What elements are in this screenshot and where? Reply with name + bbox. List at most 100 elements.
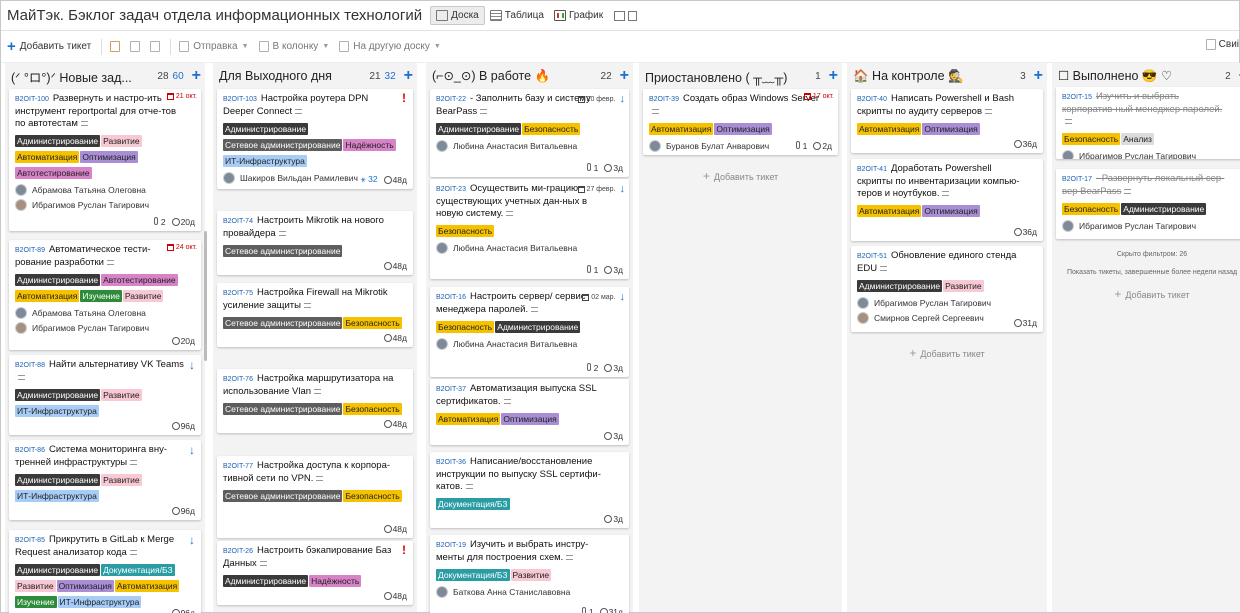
toolbar: + Добавить тикет Отправка ▼ В колонку ▼ На … bbox=[1, 31, 1239, 63]
ticket-age: 96д bbox=[171, 506, 195, 516]
ticket-card[interactable]: B2OIT-88 Найти альтернативу VK Teams ↓ Адми… bbox=[9, 355, 201, 435]
ticket-tags: Администрирование Сетевое администрирован… bbox=[223, 121, 407, 169]
tag-label: Документация/БЗ bbox=[436, 569, 510, 581]
view-chart-button[interactable]: График bbox=[549, 7, 608, 24]
add-ticket-plus-button[interactable]: + bbox=[192, 67, 201, 85]
ticket-card[interactable]: B2OIT-74 Настроить Mikrotik на нового про… bbox=[217, 211, 413, 275]
ticket-id[interactable]: B2OIT-22 bbox=[436, 96, 466, 103]
view-board-button[interactable]: Доска bbox=[430, 6, 485, 25]
ticket-id[interactable]: B2OIT-15 bbox=[1062, 94, 1092, 101]
due-date-text: 20 февр. bbox=[586, 95, 616, 103]
ticket-card[interactable]: B2OIT-89 Автоматическое тести-рование раз… bbox=[9, 240, 201, 350]
add-ticket-plus-button[interactable]: + bbox=[620, 67, 629, 85]
ticket-id[interactable]: B2OIT-40 bbox=[857, 96, 887, 103]
ticket-card[interactable]: B2OIT-86 Система мониторинга вну-тренней … bbox=[9, 440, 201, 520]
ticket-id[interactable]: B2OIT-41 bbox=[857, 166, 887, 173]
ticket-card[interactable]: B2OIT-19 Изучить и выбрать инстру-менты д… bbox=[430, 535, 629, 613]
description-icon bbox=[942, 190, 950, 196]
view-table-button[interactable]: Таблица bbox=[485, 7, 549, 24]
tag-label: Автотестирование bbox=[15, 167, 92, 179]
add-ticket-bottom-button[interactable]: + Добавить тикет bbox=[847, 346, 1047, 360]
duplicate-button[interactable] bbox=[130, 41, 141, 52]
add-ticket-plus-button[interactable]: + bbox=[829, 67, 838, 85]
ticket-id[interactable]: B2OIT-77 bbox=[223, 463, 253, 470]
ticket-id[interactable]: B2OIT-74 bbox=[223, 218, 253, 225]
ticket-id[interactable]: B2OIT-51 bbox=[857, 253, 887, 260]
assignee-name: Ибрагимов Руслан Тагирович bbox=[32, 323, 150, 333]
chevron-down-icon: ▼ bbox=[433, 43, 441, 50]
ticket-card[interactable]: B2OIT-37 Автоматизация выпуска SSL сертиф… bbox=[430, 379, 629, 445]
ticket-id[interactable]: B2OIT-75 bbox=[223, 290, 253, 297]
ticket-id[interactable]: B2OIT-23 bbox=[436, 186, 466, 193]
send-button[interactable]: Отправка ▼ bbox=[179, 41, 249, 52]
clock-icon bbox=[383, 175, 392, 184]
ticket-card[interactable]: B2OIT-23 Осуществить ми-грацию существующ… bbox=[430, 179, 629, 279]
ticket-age: 3д bbox=[604, 265, 623, 275]
ticket-card[interactable]: B2OIT-26 Настроить бэкапирование Баз Данн… bbox=[217, 541, 413, 605]
ticket-id[interactable]: B2OIT-85 bbox=[15, 537, 45, 544]
show-completed-toggle[interactable]: Показать тикеты, завершенные более недел… bbox=[1052, 269, 1240, 276]
ticket-card[interactable]: B2OIT-15 Изучить и выбрать корпоратив-ный… bbox=[1056, 87, 1240, 159]
ticket-card[interactable]: B2OIT-76 Настройка маршрутизатора на испо… bbox=[217, 369, 413, 433]
ticket-id[interactable]: B2OIT-16 bbox=[436, 294, 466, 301]
ticket-id[interactable]: B2OIT-88 bbox=[15, 362, 45, 369]
add-ticket-bottom-button[interactable]: + Добавить тикет bbox=[639, 169, 842, 183]
chart-icon bbox=[553, 10, 566, 21]
ticket-id[interactable]: B2OIT-19 bbox=[436, 542, 466, 549]
ticket-id[interactable]: B2OIT-100 bbox=[15, 96, 49, 103]
ticket-title-text[interactable]: Создать образ Windows Server bbox=[683, 93, 819, 104]
ticket-title: B2OIT-40 Написать Powershell и Bash скрип… bbox=[857, 93, 1037, 118]
ticket-card[interactable]: B2OIT-16 Настроить сервер/ сервис менедже… bbox=[430, 287, 629, 377]
add-ticket-plus-button[interactable]: + bbox=[1034, 67, 1043, 85]
to-column-button[interactable]: В колонку ▼ bbox=[258, 41, 329, 52]
column-header: (ᐟ °ロ°)ᐟ Новые зад... 28 60 + bbox=[5, 63, 205, 89]
copy-icon[interactable] bbox=[628, 10, 638, 21]
collapse-button[interactable]: Свиі bbox=[1205, 39, 1239, 50]
add-ticket-button[interactable]: + Добавить тикет bbox=[7, 39, 91, 54]
copy-button[interactable] bbox=[110, 41, 121, 52]
add-ticket-plus-button[interactable]: + bbox=[404, 67, 413, 85]
ticket-id[interactable]: B2OIT-103 bbox=[223, 96, 257, 103]
calendar-icon bbox=[577, 185, 585, 193]
ticket-card[interactable]: B2OIT-51 Обновление единого стенда EDU Адм… bbox=[851, 246, 1043, 332]
column-scrollbar[interactable] bbox=[204, 231, 207, 361]
ticket-card[interactable]: B2OIT-75 Настройка Firewall на Mikrotik у… bbox=[217, 283, 413, 347]
ticket-age: 96д bbox=[171, 421, 195, 431]
fullscreen-icon[interactable] bbox=[614, 10, 626, 21]
ticket-card[interactable]: B2OIT-100 Развернуть и настро-ить инструм… bbox=[9, 89, 201, 231]
ticket-age-text: 48д bbox=[392, 261, 407, 271]
ticket-card[interactable]: B2OIT-103 Настройка роутера DPN Deeper Co… bbox=[217, 89, 413, 189]
description-icon bbox=[531, 306, 539, 312]
ticket-id[interactable]: B2OIT-36 bbox=[436, 459, 466, 466]
ticket-card[interactable]: B2OIT-77 Настройка доступа к корпора-тивн… bbox=[217, 456, 413, 538]
column-5: 🏠 На контроле 🕵 3 + B2OIT-40 Написать Powers… bbox=[847, 63, 1047, 612]
ticket-card[interactable]: B2OIT-36 Написание/восстановление инструк… bbox=[430, 452, 629, 528]
delete-button[interactable] bbox=[150, 41, 161, 52]
ticket-card[interactable]: B2OIT-17- Развернуть локальный сер-вер B… bbox=[1056, 169, 1240, 239]
ticket-card[interactable]: B2OIT-39 Создать образ Windows Server 17 о… bbox=[643, 89, 838, 155]
ticket-age-text: 3д bbox=[613, 265, 623, 275]
column-limit: 32 bbox=[384, 70, 396, 82]
add-ticket-text: Добавить тикет bbox=[1125, 290, 1190, 300]
add-ticket-bottom-button[interactable]: + Добавить тикет bbox=[1052, 287, 1240, 301]
ticket-id[interactable]: B2OIT-86 bbox=[15, 447, 45, 454]
ticket-id[interactable]: B2OIT-89 bbox=[15, 247, 45, 254]
ticket-card[interactable]: B2OIT-40 Написать Powershell и Bash скрип… bbox=[851, 89, 1043, 153]
ticket-id[interactable]: B2OIT-76 bbox=[223, 376, 253, 383]
ticket-age-text: 3д bbox=[613, 163, 623, 173]
tag-label: Оптимизация bbox=[501, 413, 559, 425]
ticket-id[interactable]: B2OIT-17 bbox=[1062, 176, 1092, 183]
ticket-id[interactable]: B2OIT-37 bbox=[436, 386, 466, 393]
kanban-board: (ᐟ °ロ°)ᐟ Новые зад... 28 60 + B2OIT-100 Разве… bbox=[1, 63, 1240, 613]
ticket-card[interactable]: B2OIT-41 Доработать Powershell скрипты по… bbox=[851, 159, 1043, 241]
ticket-id[interactable]: B2OIT-26 bbox=[223, 548, 253, 555]
ticket-card[interactable]: B2OIT-85 Прикрутить в GitLab к Merge Requ… bbox=[9, 530, 201, 613]
tag-label: Автоматизация bbox=[436, 413, 501, 425]
ticket-id[interactable]: B2OIT-39 bbox=[649, 96, 679, 103]
to-column-label: В колонку bbox=[272, 41, 319, 52]
ticket-card[interactable]: B2OIT-22- Заполнить базу и систему BearP… bbox=[430, 89, 629, 177]
assignee-name: Абрамова Татьяна Олеговна bbox=[32, 308, 146, 318]
table-icon bbox=[489, 10, 502, 21]
to-board-button[interactable]: На другую доску ▼ bbox=[339, 41, 441, 52]
ticket-title-text[interactable]: Найти альтернативу VK Teams bbox=[49, 359, 184, 370]
